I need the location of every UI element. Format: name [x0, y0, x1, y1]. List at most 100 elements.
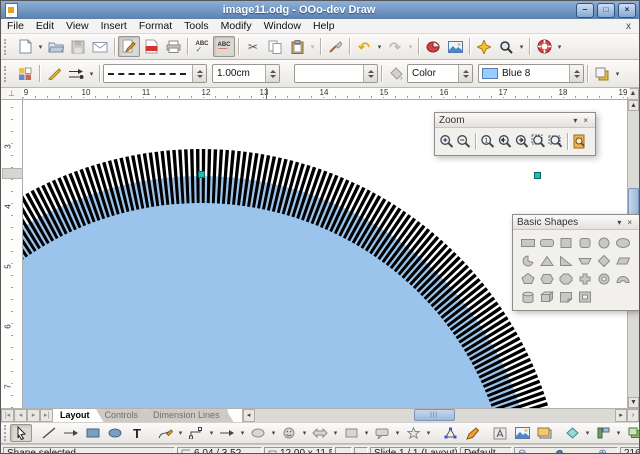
- horizontal-scrollbar[interactable]: |||: [255, 409, 615, 422]
- menu-insert[interactable]: Insert: [95, 20, 133, 32]
- undo-button[interactable]: ↶: [353, 36, 375, 57]
- shape-rounded-square[interactable]: [575, 234, 594, 252]
- prev-tab-button[interactable]: ◂: [14, 409, 27, 422]
- fill-color-spinner[interactable]: [569, 65, 583, 82]
- menu-view[interactable]: View: [60, 20, 95, 32]
- styles-button[interactable]: [14, 63, 36, 84]
- redo-dropdown-icon[interactable]: ▾: [406, 43, 415, 51]
- shape-cross[interactable]: [575, 270, 594, 288]
- zoom-previous-button[interactable]: [496, 133, 513, 151]
- insert-picture-button[interactable]: [511, 424, 533, 442]
- extrusion-button[interactable]: [561, 424, 583, 442]
- help-button[interactable]: [533, 36, 555, 57]
- ruler-corner[interactable]: ⊥: [1, 88, 23, 100]
- basic-shapes-dropdown-icon[interactable]: ▾: [269, 429, 278, 437]
- spellcheck-button[interactable]: ABC✓: [191, 36, 213, 57]
- curve-dropdown-icon[interactable]: ▾: [176, 429, 185, 437]
- undo-dropdown-icon[interactable]: ▾: [375, 43, 384, 51]
- entire-page-button[interactable]: [530, 133, 547, 151]
- symbol-shapes-button[interactable]: [278, 424, 300, 442]
- zoom-slider[interactable]: ⊖ ⊕: [514, 447, 618, 454]
- email-button[interactable]: [89, 36, 111, 57]
- alignment-button[interactable]: [592, 424, 614, 442]
- maximize-button[interactable]: □: [597, 3, 615, 18]
- zoom-slider-track[interactable]: [529, 449, 595, 454]
- close-document-icon[interactable]: x: [618, 21, 639, 32]
- line-tool-button[interactable]: [38, 424, 60, 442]
- toolbar-grip[interactable]: [4, 66, 10, 82]
- zoom-in-icon[interactable]: ⊕: [598, 448, 606, 454]
- block-arrows-button[interactable]: [309, 424, 331, 442]
- insert-image-button[interactable]: [444, 36, 466, 57]
- horizontal-scroll-thumb[interactable]: |||: [414, 409, 455, 421]
- page-width-button[interactable]: [547, 133, 564, 151]
- shape-cylinder[interactable]: [518, 288, 537, 306]
- open-button[interactable]: [45, 36, 67, 57]
- zoom-out-icon[interactable]: ⊖: [518, 448, 526, 454]
- line-style-spinner[interactable]: [192, 65, 206, 82]
- line-color-select[interactable]: [294, 64, 378, 83]
- line-color-spinner[interactable]: [363, 65, 377, 82]
- first-tab-button[interactable]: |◂: [1, 409, 14, 422]
- save-button[interactable]: [67, 36, 89, 57]
- block-arrows-dropdown-icon[interactable]: ▾: [331, 429, 340, 437]
- shape-folded-corner[interactable]: [556, 288, 575, 306]
- rectangle-tool-button[interactable]: [82, 424, 104, 442]
- menu-edit[interactable]: Edit: [30, 20, 60, 32]
- scroll-up-arrow-icon[interactable]: ▲: [628, 100, 639, 111]
- toolbar-options-icon[interactable]: ▾: [555, 43, 564, 51]
- flowchart-dropdown-icon[interactable]: ▾: [362, 429, 371, 437]
- toolbar-options-icon[interactable]: ▾: [613, 70, 622, 78]
- shape-diamond[interactable]: [594, 252, 613, 270]
- copy-button[interactable]: [264, 36, 286, 57]
- menu-file[interactable]: File: [1, 20, 30, 32]
- basic-shapes-titlebar[interactable]: Basic Shapes ▾ ×: [513, 215, 639, 230]
- palette-close-icon[interactable]: ×: [580, 116, 591, 125]
- tab-controls[interactable]: Controls: [98, 409, 153, 422]
- area-button[interactable]: [385, 63, 407, 84]
- tab-layout[interactable]: Layout: [53, 409, 104, 422]
- shape-trapezoid[interactable]: [575, 252, 594, 270]
- shape-regular-pentagon[interactable]: [518, 270, 537, 288]
- line-width-input[interactable]: 1.00cm: [212, 64, 280, 83]
- shadow-button[interactable]: [591, 63, 613, 84]
- shape-octagon[interactable]: [556, 270, 575, 288]
- alignment-dropdown-icon[interactable]: ▾: [614, 429, 623, 437]
- palette-menu-icon[interactable]: ▾: [614, 218, 624, 227]
- palette-close-icon[interactable]: ×: [624, 218, 635, 227]
- cut-button[interactable]: ✂: [242, 36, 264, 57]
- arrow-style-button[interactable]: [65, 63, 87, 84]
- curve-tool-button[interactable]: [154, 424, 176, 442]
- shape-frame[interactable]: [575, 288, 594, 306]
- autospellcheck-button[interactable]: ABC~~~: [213, 36, 235, 57]
- callouts-button[interactable]: [371, 424, 393, 442]
- fontwork-gallery-button[interactable]: [489, 424, 511, 442]
- next-tab-button[interactable]: ▸: [27, 409, 40, 422]
- connector-tool-button[interactable]: [185, 424, 207, 442]
- zoom-100-button[interactable]: 1: [479, 133, 496, 151]
- paste-dropdown-icon[interactable]: ▾: [308, 43, 317, 51]
- connector-dropdown-icon[interactable]: ▾: [207, 429, 216, 437]
- scroll-right-arrow-icon[interactable]: ▸: [615, 409, 627, 422]
- scroll-corner-button[interactable]: ›: [627, 409, 639, 422]
- zoom-out-button[interactable]: [455, 133, 472, 151]
- new-document-button[interactable]: [14, 36, 36, 57]
- menu-window[interactable]: Window: [258, 20, 307, 32]
- paste-button[interactable]: [286, 36, 308, 57]
- new-dropdown-icon[interactable]: ▾: [36, 43, 45, 51]
- last-tab-button[interactable]: ▸|: [40, 409, 53, 422]
- lines-arrows-dropdown-icon[interactable]: ▾: [238, 429, 247, 437]
- edit-points-button[interactable]: [439, 424, 461, 442]
- stars-dropdown-icon[interactable]: ▾: [424, 429, 433, 437]
- minimize-button[interactable]: ‒: [576, 3, 594, 18]
- shape-rectangle[interactable]: [518, 234, 537, 252]
- zoom-percentage[interactable]: 216%: [620, 447, 640, 454]
- selection-handle[interactable]: [534, 172, 541, 179]
- line-width-spinner[interactable]: [265, 65, 279, 82]
- zoom-in-button[interactable]: [438, 133, 455, 151]
- shape-ring[interactable]: [594, 270, 613, 288]
- tab-dimension-lines[interactable]: Dimension Lines: [146, 409, 234, 422]
- selection-handle[interactable]: [198, 171, 205, 178]
- scroll-down-arrow-icon[interactable]: ▼: [628, 397, 639, 408]
- redo-button[interactable]: ↷: [384, 36, 406, 57]
